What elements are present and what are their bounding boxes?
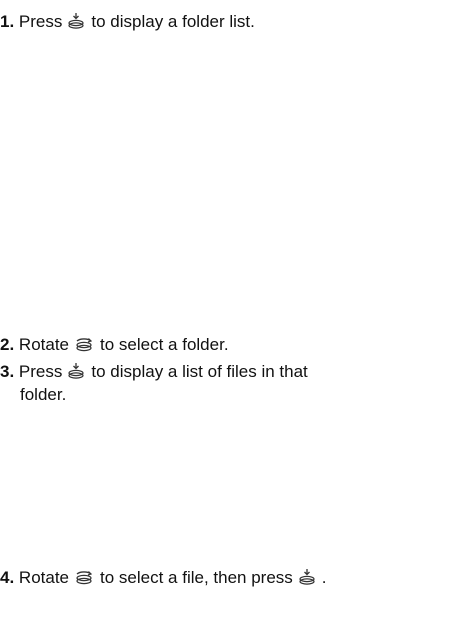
instruction-step-2: 2. Rotate to select a folder. [0, 333, 229, 356]
step-text-continuation: folder. [20, 385, 67, 404]
step-number: 1. [0, 12, 15, 31]
press-dial-icon [298, 568, 316, 586]
step-number: 2. [0, 335, 15, 354]
step-text-lead: Press [18, 362, 63, 381]
press-dial-icon [67, 362, 85, 380]
step-text-rest: to display a folder list. [91, 12, 255, 31]
step-number: 3. [0, 362, 15, 381]
step-text-rest: to select a folder. [100, 335, 229, 354]
instruction-step-3: 3. Press to display a list of files in t… [0, 360, 308, 406]
step-text-lead: Press [18, 12, 63, 31]
step-text-lead: Rotate [18, 568, 70, 587]
rotate-dial-icon [74, 335, 94, 353]
step-text-rest: to display a list of files in that [91, 362, 308, 381]
press-dial-icon [67, 12, 85, 30]
step-text-end: . [321, 568, 327, 587]
step-text-lead: Rotate [18, 335, 70, 354]
instruction-step-4: 4. Rotate to select a file, then press . [0, 566, 327, 589]
instruction-step-1: 1. Press to display a folder list. [0, 10, 255, 33]
step-number: 4. [0, 568, 15, 587]
rotate-dial-icon [74, 568, 94, 586]
step-text-middle: to select a file, then press [100, 568, 293, 587]
